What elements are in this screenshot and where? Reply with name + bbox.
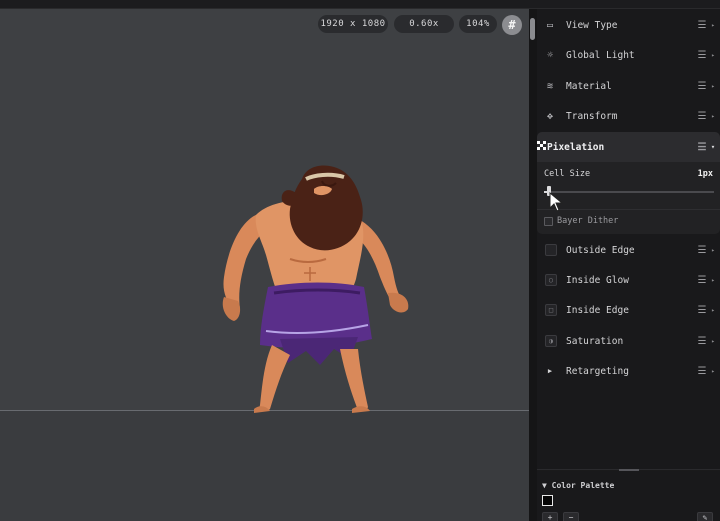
effect-label: Saturation (566, 335, 624, 347)
palette-title-label: Color Palette (551, 481, 615, 490)
scale-badge[interactable]: 0.60x (394, 15, 454, 33)
expand-caret-icon[interactable]: ▸ (708, 52, 718, 59)
zoom-badge[interactable]: 104% (459, 15, 497, 33)
effect-row-outside-edge[interactable]: Outside Edge ☰ ▸ (537, 235, 720, 265)
add-color-button[interactable]: + (542, 512, 558, 521)
bayer-dither-label: Bayer Dither (557, 216, 619, 226)
expand-caret-icon[interactable]: ▸ (708, 247, 718, 254)
effects-panel: ▭ View Type ☰ ▸ ☼ Global Light ☰ ▸ ≋ Mat… (537, 9, 720, 469)
expand-caret-icon[interactable]: ▸ (708, 113, 718, 120)
effect-label: Pixelation (547, 141, 605, 153)
expand-caret-icon[interactable]: ▸ (708, 277, 718, 284)
effect-row-inside-edge[interactable]: □ Inside Edge ☰ ▸ (537, 295, 720, 325)
color-palette-title[interactable]: ▼ Color Palette (542, 481, 614, 490)
layers-icon: ≋ (546, 80, 554, 92)
sun-icon: ☼ (546, 49, 554, 61)
ground-plane (0, 411, 529, 521)
effect-row-pixelation[interactable]: Pixelation ☰ ▾ (537, 132, 720, 162)
drag-handle-icon[interactable]: ☰ (696, 111, 708, 122)
grid-toggle-button[interactable]: # (502, 15, 522, 35)
mouse-cursor-icon (549, 192, 564, 212)
drag-handle-icon[interactable]: ☰ (696, 275, 708, 286)
color-swatch[interactable] (542, 495, 553, 506)
move-icon: ✥ (546, 110, 554, 122)
effect-row-transform[interactable]: ✥ Transform ☰ ▸ (537, 101, 720, 131)
resolution-badge[interactable]: 1920 x 1080 (318, 15, 388, 33)
inside-edge-icon: □ (545, 304, 557, 316)
drag-handle-icon[interactable]: ☰ (696, 81, 708, 92)
effect-row-view-type[interactable]: ▭ View Type ☰ ▸ (537, 10, 720, 40)
collapse-caret-icon[interactable]: ▾ (708, 143, 718, 151)
drag-handle-icon[interactable]: ☰ (696, 245, 708, 256)
panel-splitter[interactable] (529, 9, 537, 521)
effect-row-retargeting[interactable]: ▶ Retargeting ☰ ▸ (537, 356, 720, 386)
title-strip (0, 0, 720, 9)
effect-row-saturation[interactable]: ◑ Saturation ☰ ▸ (537, 326, 720, 356)
collapse-triangle-icon[interactable]: ▼ (542, 481, 547, 490)
edit-palette-button[interactable]: ✎ (697, 512, 713, 521)
drag-handle-icon[interactable]: ☰ (696, 20, 708, 31)
character-sprite[interactable] (210, 159, 420, 414)
outside-edge-icon (545, 244, 557, 256)
effect-label: Outside Edge (566, 244, 635, 256)
effect-row-inside-glow[interactable]: ○ Inside Glow ☰ ▸ (537, 265, 720, 295)
expand-caret-icon[interactable]: ▸ (708, 83, 718, 90)
effect-row-global-light[interactable]: ☼ Global Light ☰ ▸ (537, 40, 720, 70)
scene-viewport[interactable]: 1920 x 1080 0.60x 104% # (0, 9, 529, 521)
viewport-scrollbar[interactable] (530, 18, 535, 40)
effect-label: Inside Glow (566, 274, 629, 286)
expand-triangle-icon[interactable]: ▶ (543, 364, 557, 378)
color-palette-section: ▼ Color Palette + − ✎ (537, 471, 720, 521)
glow-icon: ○ (545, 274, 557, 286)
checker-icon (537, 140, 547, 154)
effect-label: View Type (566, 19, 618, 31)
cell-size-slider[interactable] (544, 191, 714, 193)
expand-caret-icon[interactable]: ▸ (708, 338, 718, 345)
drag-handle-icon[interactable]: ☰ (696, 142, 708, 153)
effect-label: Material (566, 80, 612, 92)
effect-label: Inside Edge (566, 304, 629, 316)
effect-label: Transform (566, 110, 618, 122)
remove-color-button[interactable]: − (563, 512, 579, 521)
monitor-icon: ▭ (546, 19, 554, 31)
expand-caret-icon[interactable]: ▸ (708, 307, 718, 314)
bayer-dither-checkbox[interactable] (544, 217, 553, 226)
drag-handle-icon[interactable]: ☰ (696, 366, 708, 377)
effect-row-material[interactable]: ≋ Material ☰ ▸ (537, 71, 720, 101)
drag-handle-icon[interactable]: ☰ (696, 336, 708, 347)
grid-icon: # (508, 18, 516, 32)
effect-label: Retargeting (566, 365, 629, 377)
effect-label: Global Light (566, 49, 635, 61)
contrast-icon: ◑ (545, 335, 557, 347)
expand-caret-icon[interactable]: ▸ (708, 22, 718, 29)
drag-handle-icon[interactable]: ☰ (696, 305, 708, 316)
cell-size-label: Cell Size (544, 169, 591, 179)
cell-size-value: 1px (697, 169, 713, 179)
drag-handle-icon[interactable]: ☰ (696, 50, 708, 61)
expand-caret-icon[interactable]: ▸ (708, 368, 718, 375)
